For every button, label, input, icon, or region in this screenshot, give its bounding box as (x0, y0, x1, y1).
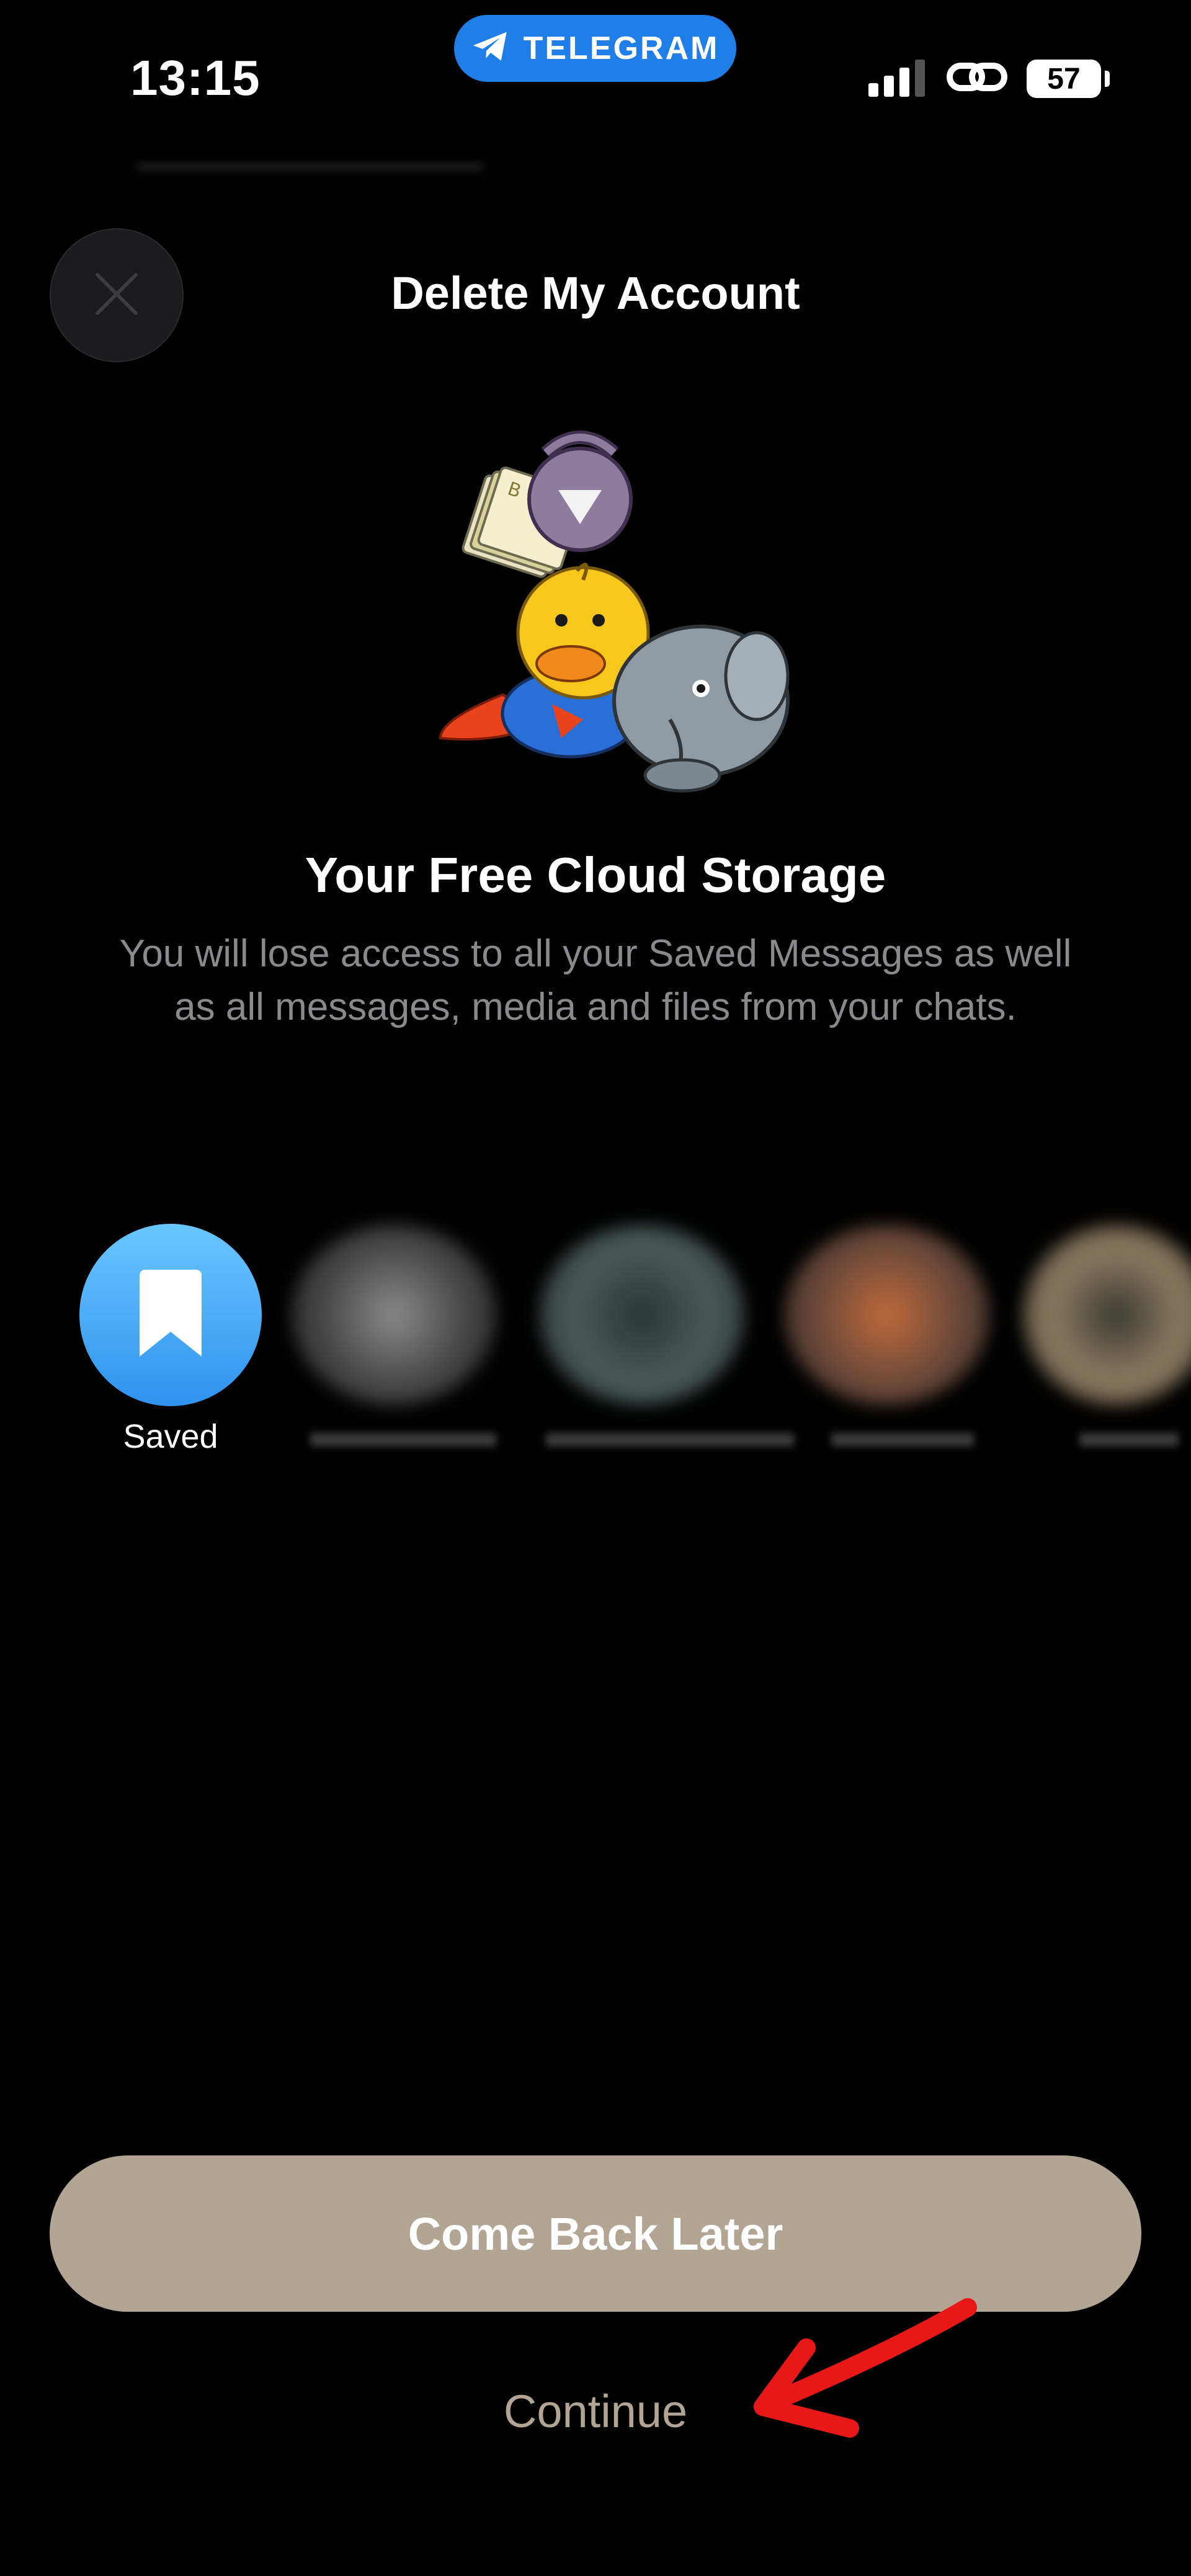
blurred-chat-label-1 (310, 1433, 496, 1446)
blurred-chat-avatar-1 (292, 1225, 496, 1405)
link-icon (946, 57, 1008, 100)
blurred-chat-avatar-2 (540, 1225, 744, 1405)
blurred-chat-avatar-3 (785, 1225, 989, 1405)
app-pill-label: TELEGRAM (523, 30, 720, 66)
telegram-app-pill[interactable]: TELEGRAM (454, 15, 736, 82)
battery-level: 57 (1047, 62, 1081, 96)
storage-title: Your Free Cloud Storage (305, 847, 886, 902)
telegram-plane-icon (471, 30, 510, 67)
storage-description: You will lose access to all your Saved M… (119, 932, 1072, 1028)
blurred-chat-label-2 (546, 1433, 794, 1446)
blurred-header-strip (136, 163, 484, 171)
saved-label: Saved (123, 1418, 218, 1455)
blurred-chat-label-4 (1079, 1433, 1179, 1446)
duck-elephant-sticker: B (428, 428, 800, 813)
blurred-chat-label-3 (831, 1433, 974, 1446)
battery-tip (1105, 71, 1110, 87)
continue-button[interactable]: Continue (0, 2385, 1191, 2438)
bookmark-icon (133, 1267, 208, 1363)
red-arrow-icon (732, 2283, 993, 2444)
signal-bars-icon (868, 58, 925, 97)
blurred-chat-avatar-4 (1024, 1225, 1191, 1405)
saved-messages-avatar[interactable] (79, 1224, 262, 1406)
battery-icon: 57 (1027, 60, 1101, 98)
page-title: Delete My Account (391, 267, 800, 319)
status-time: 13:15 (130, 50, 261, 105)
